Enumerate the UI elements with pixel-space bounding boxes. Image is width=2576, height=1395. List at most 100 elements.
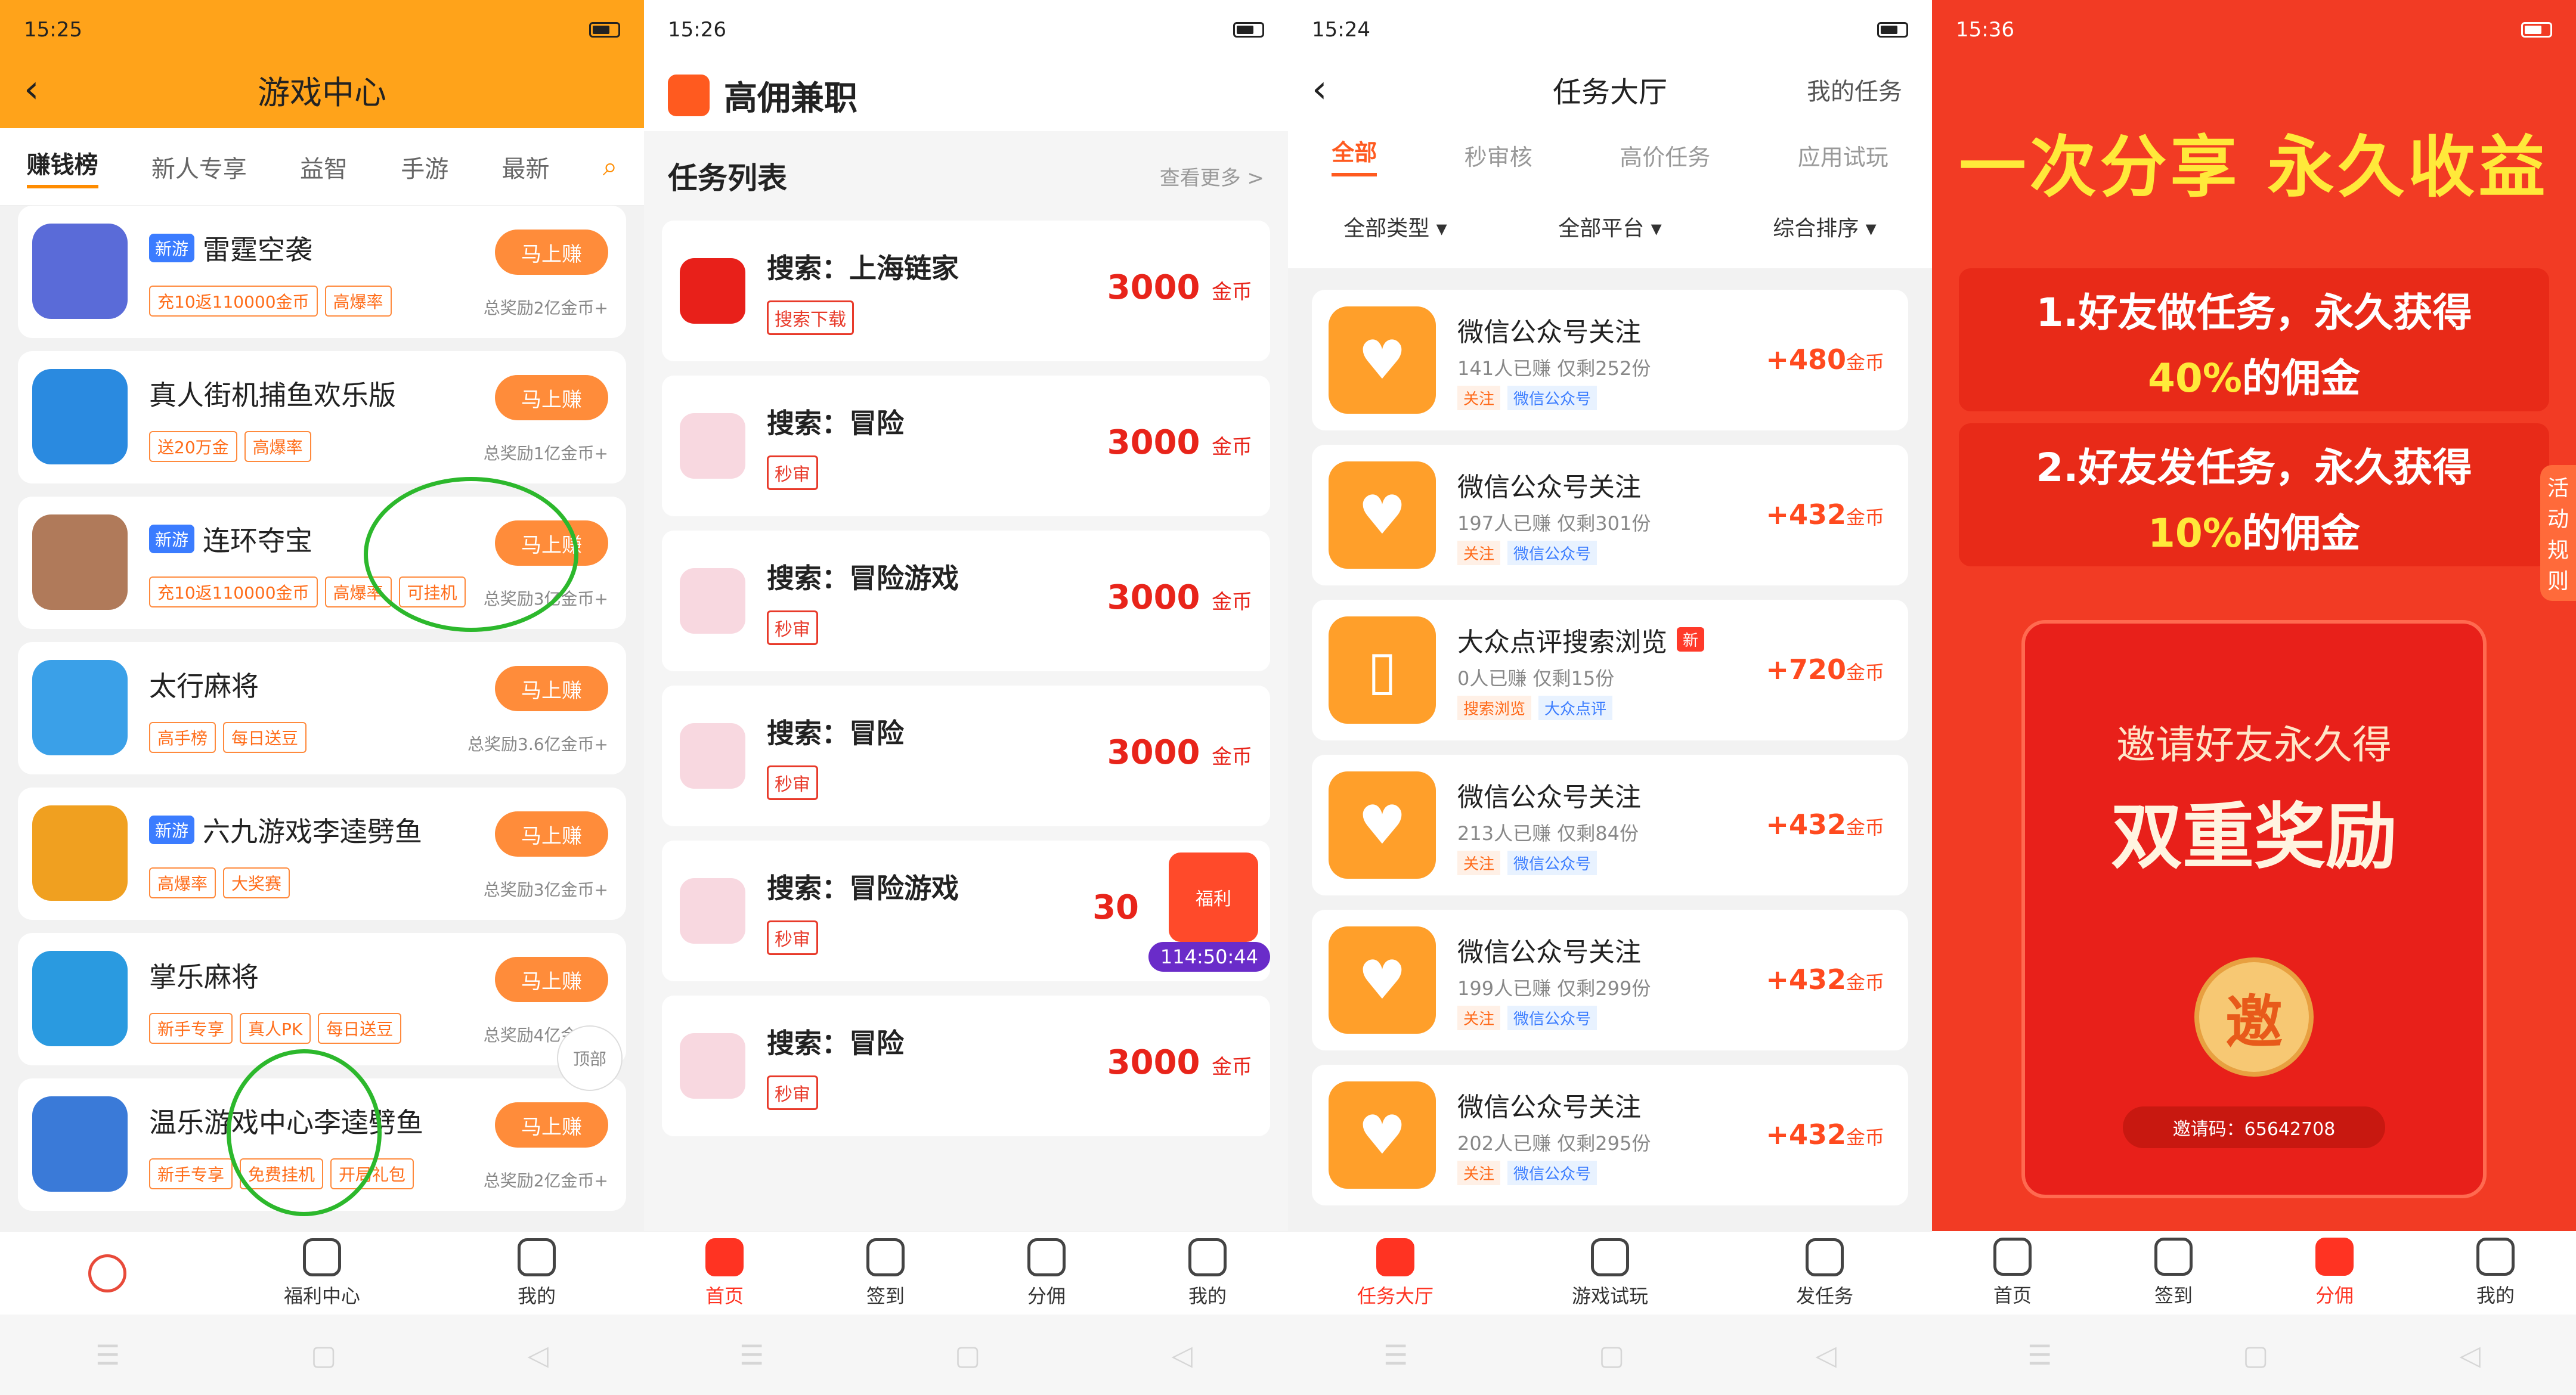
task-card[interactable]: 搜索：冒险 秒审 3000 金币 [662, 996, 1270, 1136]
game-name: 太行麻将 [149, 670, 259, 702]
game-tag: 高手榜 [149, 722, 216, 753]
task-card[interactable]: 搜索：冒险游戏 秒审 30 福利 114:50:44 [662, 841, 1270, 981]
task-card[interactable]: ♥ 微信公众号关注 141人已赚 仅剩252份 关注 微信公众号 +480金币 [1312, 290, 1908, 430]
tab-new-user[interactable]: 新人专享 [151, 150, 247, 184]
game-avatar-icon [680, 568, 745, 634]
back-icon[interactable]: ◁ [1816, 1339, 1837, 1371]
type-filter[interactable]: 全部类型 ▾ [1343, 211, 1447, 242]
search-icon[interactable]: ⌕ [603, 151, 618, 182]
system-nav: ☰ ▢ ◁ [1932, 1315, 2576, 1395]
nav-mine[interactable]: 我的 [2415, 1231, 2576, 1315]
nav-welfare[interactable]: 福利中心 [215, 1232, 429, 1315]
earn-now-button[interactable]: 马上赚 [495, 375, 608, 420]
task-card[interactable]: ▯ 大众点评搜索浏览新 0人已赚 仅剩15份 搜索浏览 大众点评 +720金币 [1312, 600, 1908, 740]
home-icon[interactable]: ▢ [955, 1339, 980, 1371]
nav-commission[interactable]: 分佣 [966, 1232, 1127, 1315]
task-card[interactable]: ♥ 微信公众号关注 202人已赚 仅剩295份 关注 微信公众号 +432金币 [1312, 1065, 1908, 1205]
heart-icon: ♥ [1329, 1081, 1436, 1189]
rule-percent: 10% [2148, 510, 2242, 556]
earn-now-button[interactable]: 马上赚 [495, 230, 608, 275]
earn-now-button[interactable]: 马上赚 [495, 811, 608, 857]
game-card[interactable]: 新游 六九游戏李逵劈鱼 高爆率 大奖赛 马上赚 总奖励3亿金币+ [18, 788, 626, 920]
task-card[interactable]: ♥ 微信公众号关注 199人已赚 仅剩299份 关注 微信公众号 +432金币 [1312, 910, 1908, 1050]
task-amount: 3000 金币 [1107, 1043, 1252, 1082]
home-icon[interactable]: ▢ [311, 1339, 336, 1371]
tab-high-price[interactable]: 高价任务 [1620, 139, 1710, 172]
game-tag: 送20万金 [149, 431, 237, 462]
envelope-subtitle: 邀请好友永久得 [2116, 722, 2392, 768]
status-time: 15:25 [24, 18, 82, 42]
status-time: 15:24 [1312, 18, 1370, 42]
menu-icon[interactable]: ☰ [1383, 1339, 1408, 1371]
task-card[interactable]: 搜索：冒险游戏 秒审 3000 金币 [662, 531, 1270, 671]
nav-mine[interactable]: 我的 [1127, 1232, 1288, 1315]
task-reward: +480金币 [1766, 343, 1884, 376]
cube-icon [2315, 1238, 2354, 1276]
tab-app-trial[interactable]: 应用试玩 [1798, 139, 1888, 172]
task-card[interactable]: 搜索：冒险 秒审 3000 金币 [662, 686, 1270, 826]
nav-game-trial[interactable]: 游戏试玩 [1503, 1232, 1717, 1315]
game-card[interactable]: 掌乐麻将 新手专享 真人PK 每日送豆 马上赚 总奖励4亿金币+ [18, 933, 626, 1065]
earn-now-button[interactable]: 马上赚 [495, 666, 608, 711]
nav-home[interactable] [0, 1232, 215, 1315]
nav-publish-task[interactable]: 发任务 [1717, 1232, 1932, 1315]
game-icon [32, 369, 128, 464]
task-card[interactable]: ♥ 微信公众号关注 197人已赚 仅剩301份 关注 微信公众号 +432金币 [1312, 445, 1908, 585]
menu-icon[interactable]: ☰ [95, 1339, 120, 1371]
tab-earn-rank[interactable]: 赚钱榜 [26, 145, 98, 188]
game-icon [32, 951, 128, 1046]
nav-home[interactable]: 首页 [644, 1232, 805, 1315]
task-tag: 搜索浏览 [1457, 695, 1532, 720]
nav-home[interactable]: 首页 [1932, 1231, 2093, 1315]
tab-latest[interactable]: 最新 [501, 150, 549, 184]
see-more-link[interactable]: 查看更多 > [1160, 162, 1264, 191]
task-tag: 微信公众号 [1507, 385, 1597, 410]
page-title: 游戏中心 [258, 73, 386, 111]
bottom-nav: 任务大厅 游戏试玩 发任务 [1288, 1231, 1932, 1315]
tab-quick-review[interactable]: 秒审核 [1465, 139, 1532, 172]
nav-checkin[interactable]: 签到 [805, 1232, 966, 1315]
platform-filter[interactable]: 全部平台 ▾ [1558, 211, 1662, 242]
game-name: 真人街机捕鱼欢乐版 [149, 379, 396, 411]
game-tag: 新手专享 [149, 1158, 233, 1189]
earn-now-button[interactable]: 马上赚 [495, 1102, 608, 1148]
back-icon[interactable]: ◁ [2460, 1339, 2481, 1371]
task-card[interactable]: ♥ 微信公众号关注 213人已赚 仅剩84份 关注 微信公众号 +432金币 [1312, 755, 1908, 895]
game-card[interactable]: 真人街机捕鱼欢乐版 送20万金 高爆率 马上赚 总奖励1亿金币+ [18, 351, 626, 483]
game-card[interactable]: 太行麻将 高手榜 每日送豆 马上赚 总奖励3.6亿金币+ [18, 642, 626, 774]
tab-puzzle[interactable]: 益智 [300, 150, 348, 184]
home-icon[interactable]: ▢ [2243, 1339, 2268, 1371]
sort-filter[interactable]: 综合排序 ▾ [1773, 211, 1877, 242]
nav-checkin[interactable]: 签到 [2093, 1231, 2254, 1315]
earn-now-button[interactable]: 马上赚 [495, 957, 608, 1002]
game-tag: 充10返110000金币 [149, 286, 318, 317]
task-reward: +432金币 [1766, 1118, 1884, 1151]
task-name: 微信公众号关注 [1457, 317, 1641, 348]
back-icon[interactable]: ◁ [1172, 1339, 1193, 1371]
welfare-badge[interactable]: 福利 [1169, 852, 1258, 942]
status-time: 15:36 [1956, 18, 2014, 42]
back-to-top-button[interactable]: 顶部 [557, 1025, 623, 1091]
home-icon[interactable]: ▢ [1599, 1339, 1624, 1371]
nav-label: 签到 [2154, 1284, 2193, 1307]
nav-commission[interactable]: 分佣 [2254, 1231, 2415, 1315]
game-name: 六九游戏李逵劈鱼 [203, 816, 423, 848]
nav-task-hall[interactable]: 任务大厅 [1288, 1232, 1503, 1315]
activity-rules-button[interactable]: 活动规则 [2540, 465, 2576, 601]
invite-coin-button[interactable]: 邀 [2194, 957, 2314, 1077]
back-arrow-icon[interactable]: ‹ [1312, 67, 1327, 111]
nav-mine[interactable]: 我的 [429, 1232, 644, 1315]
back-arrow-icon[interactable]: ‹ [24, 67, 39, 111]
invite-code[interactable]: 邀请码：65642708 [2123, 1106, 2385, 1148]
back-icon[interactable]: ◁ [528, 1339, 549, 1371]
task-card[interactable]: 搜索：冒险 秒审 3000 金币 [662, 376, 1270, 516]
task-tag: 搜索下载 [767, 300, 854, 335]
game-card[interactable]: 新游 雷霆空袭 充10返110000金币 高爆率 马上赚 总奖励2亿金币+ [18, 206, 626, 338]
task-card[interactable]: 搜索：上海链家 搜索下载 3000 金币 [662, 221, 1270, 361]
menu-icon[interactable]: ☰ [739, 1339, 764, 1371]
task-tag: 秒审 [767, 765, 818, 800]
menu-icon[interactable]: ☰ [2027, 1339, 2052, 1371]
tab-all[interactable]: 全部 [1332, 134, 1377, 176]
tab-mobile-games[interactable]: 手游 [401, 150, 448, 184]
my-tasks-link[interactable]: 我的任务 [1807, 72, 1902, 107]
